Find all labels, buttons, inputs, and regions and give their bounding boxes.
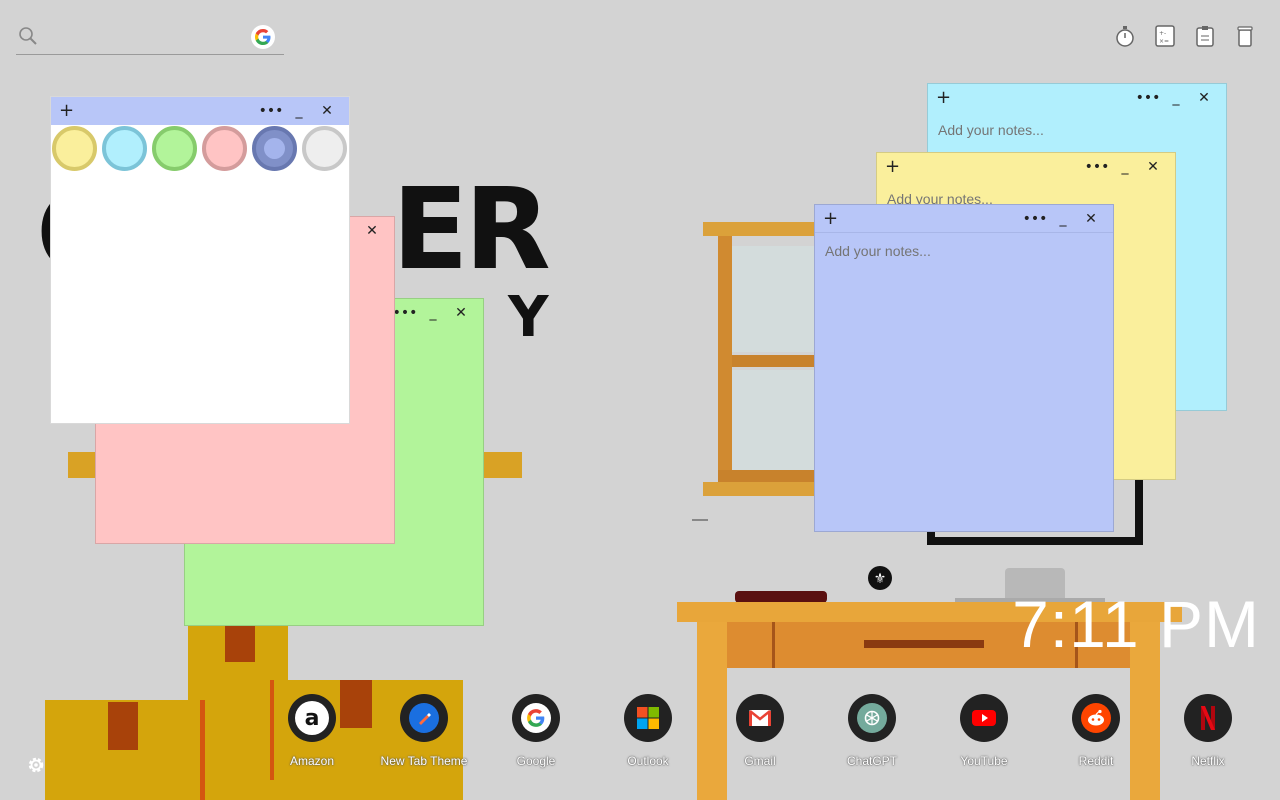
dock-label: ChatGPT bbox=[846, 754, 897, 768]
note-header: + ••• _ ✕ bbox=[815, 205, 1113, 233]
calculator-icon[interactable]: +- ×= bbox=[1154, 24, 1176, 48]
search-input[interactable] bbox=[44, 24, 244, 50]
add-note-button[interactable]: + bbox=[936, 89, 951, 107]
dock-item-gmail[interactable]: Gmail bbox=[712, 694, 808, 768]
chatgpt-icon bbox=[848, 694, 896, 742]
top-toolbar: +- ×= bbox=[1114, 24, 1256, 48]
color-swatch-pink[interactable] bbox=[202, 126, 247, 171]
youtube-icon bbox=[960, 694, 1008, 742]
color-swatch-white[interactable] bbox=[302, 126, 347, 171]
note-menu-button[interactable]: ••• bbox=[391, 306, 419, 320]
stopwatch-icon[interactable] bbox=[1114, 24, 1136, 48]
sticky-note-blue[interactable]: + ••• _ ✕ bbox=[814, 204, 1114, 532]
search-bar bbox=[16, 22, 284, 55]
note-minimize-button[interactable]: _ bbox=[419, 306, 447, 320]
dock-label: Gmail bbox=[744, 754, 776, 768]
clipboard-icon[interactable] bbox=[1194, 24, 1216, 48]
color-swatch-yellow[interactable] bbox=[52, 126, 97, 171]
note-close-button[interactable]: ✕ bbox=[313, 104, 341, 118]
note-close-button[interactable]: ✕ bbox=[358, 224, 386, 238]
note-header: + ••• _ ✕ bbox=[928, 84, 1226, 112]
note-close-button[interactable]: ✕ bbox=[447, 306, 475, 320]
clock: 7:11 PM bbox=[1012, 587, 1260, 661]
color-swatch-green[interactable] bbox=[152, 126, 197, 171]
svg-text:×=: ×= bbox=[1159, 38, 1169, 45]
outlook-icon bbox=[624, 694, 672, 742]
settings-gear-icon[interactable] bbox=[26, 755, 46, 775]
new-tab-theme-icon bbox=[400, 694, 448, 742]
gmail-icon bbox=[736, 694, 784, 742]
dock-label: New Tab Theme bbox=[380, 754, 468, 768]
note-textarea[interactable] bbox=[825, 243, 1103, 521]
dock-item-chatgpt[interactable]: ChatGPT bbox=[824, 694, 920, 768]
dock-item-youtube[interactable]: YouTube bbox=[936, 694, 1032, 768]
background-subline: Y bbox=[508, 285, 549, 350]
note-menu-button[interactable]: ••• bbox=[1021, 212, 1049, 226]
note-menu-button[interactable]: ••• bbox=[1134, 91, 1162, 105]
note-menu-button[interactable]: ••• bbox=[257, 104, 285, 118]
dock-item-netflix[interactable]: Netflix bbox=[1160, 694, 1256, 768]
reddit-icon bbox=[1072, 694, 1120, 742]
note-close-button[interactable]: ✕ bbox=[1190, 91, 1218, 105]
dock-label: Google bbox=[516, 754, 556, 768]
netflix-icon bbox=[1184, 694, 1232, 742]
note-header: + ••• _ ✕ bbox=[51, 97, 349, 125]
note-minimize-button[interactable]: _ bbox=[285, 104, 313, 118]
background-headline: ER bbox=[392, 165, 551, 295]
trash-icon[interactable] bbox=[1234, 24, 1256, 48]
note-close-button[interactable]: ✕ bbox=[1139, 160, 1167, 174]
dock-item-new-tab-theme[interactable]: New Tab Theme bbox=[376, 694, 472, 768]
note-minimize-button[interactable]: _ bbox=[1049, 212, 1077, 226]
dock-item-amazon[interactable]: a Amazon bbox=[264, 694, 360, 768]
dock-item-reddit[interactable]: Reddit bbox=[1048, 694, 1144, 768]
amazon-icon: a bbox=[288, 694, 336, 742]
dock-label: Netflix bbox=[1191, 754, 1225, 768]
add-note-button[interactable]: + bbox=[59, 102, 74, 120]
dock-label: Reddit bbox=[1078, 754, 1114, 768]
dock-label: Amazon bbox=[289, 754, 335, 768]
dock-label: YouTube bbox=[960, 754, 1008, 768]
note-minimize-button[interactable]: _ bbox=[1162, 91, 1190, 105]
dock-item-outlook[interactable]: Outlook bbox=[600, 694, 696, 768]
note-menu-button[interactable]: ••• bbox=[1083, 160, 1111, 174]
color-swatch-blue-selected[interactable] bbox=[252, 126, 297, 171]
add-note-button[interactable]: + bbox=[885, 158, 900, 176]
dock-label: Outlook bbox=[627, 754, 669, 768]
fleur-de-lis-icon: ⚜ bbox=[868, 566, 892, 590]
dock-item-google[interactable]: Google bbox=[488, 694, 584, 768]
note-close-button[interactable]: ✕ bbox=[1077, 212, 1105, 226]
google-search-engine-icon[interactable] bbox=[251, 25, 275, 49]
note-minimize-button[interactable]: _ bbox=[1111, 160, 1139, 174]
note-header: + ••• _ ✕ bbox=[877, 153, 1175, 181]
google-icon bbox=[512, 694, 560, 742]
color-swatch-cyan[interactable] bbox=[102, 126, 147, 171]
svg-text:+-: +- bbox=[1159, 30, 1166, 37]
search-icon[interactable] bbox=[18, 26, 38, 46]
add-note-button[interactable]: + bbox=[823, 209, 838, 228]
